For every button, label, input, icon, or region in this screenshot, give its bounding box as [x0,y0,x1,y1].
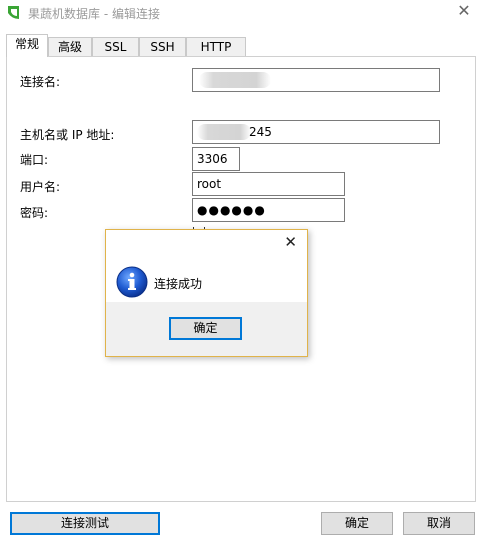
tab-general[interactable]: 常规 [6,34,48,57]
dialog-title-bar: ✕ [106,230,307,256]
username-label: 用户名: [20,180,61,194]
username-input[interactable]: root [192,172,345,196]
tab-advanced[interactable]: 高级 [48,37,92,56]
title-bar: 果蔬机数据库 - 编辑连接 ✕ [0,0,483,26]
window-title: 果蔬机数据库 - 编辑连接 [28,7,160,21]
message-dialog: ✕ 连接成功 确定 [105,229,308,357]
host-value: 245 [249,125,272,139]
app-logo-icon [8,6,19,19]
connection-name-input[interactable] [192,68,440,92]
window-close-icon[interactable]: ✕ [455,2,473,20]
info-icon [116,266,148,298]
password-label: 密码: [20,206,49,220]
cancel-button[interactable]: 取消 [403,512,475,535]
dialog-footer: 确定 [106,302,307,356]
dialog-message: 连接成功 [154,277,203,291]
redacted-blur [199,72,271,88]
port-label: 端口: [20,153,49,167]
tab-http[interactable]: HTTP [186,37,246,56]
host-label: 主机名或 IP 地址: [20,128,115,142]
redacted-blur [197,124,251,140]
port-input[interactable]: 3306 [192,147,240,171]
dialog-ok-button[interactable]: 确定 [169,317,242,340]
test-connection-button[interactable]: 连接测试 [10,512,160,535]
host-input[interactable]: 245 [192,120,440,144]
ok-button[interactable]: 确定 [321,512,393,535]
dialog-close-icon[interactable]: ✕ [284,233,297,251]
password-input[interactable]: ●●●●●● [192,198,345,222]
connection-name-label: 连接名: [20,75,61,89]
tab-ssh[interactable]: SSH [139,37,186,56]
tab-ssl[interactable]: SSL [92,37,139,56]
